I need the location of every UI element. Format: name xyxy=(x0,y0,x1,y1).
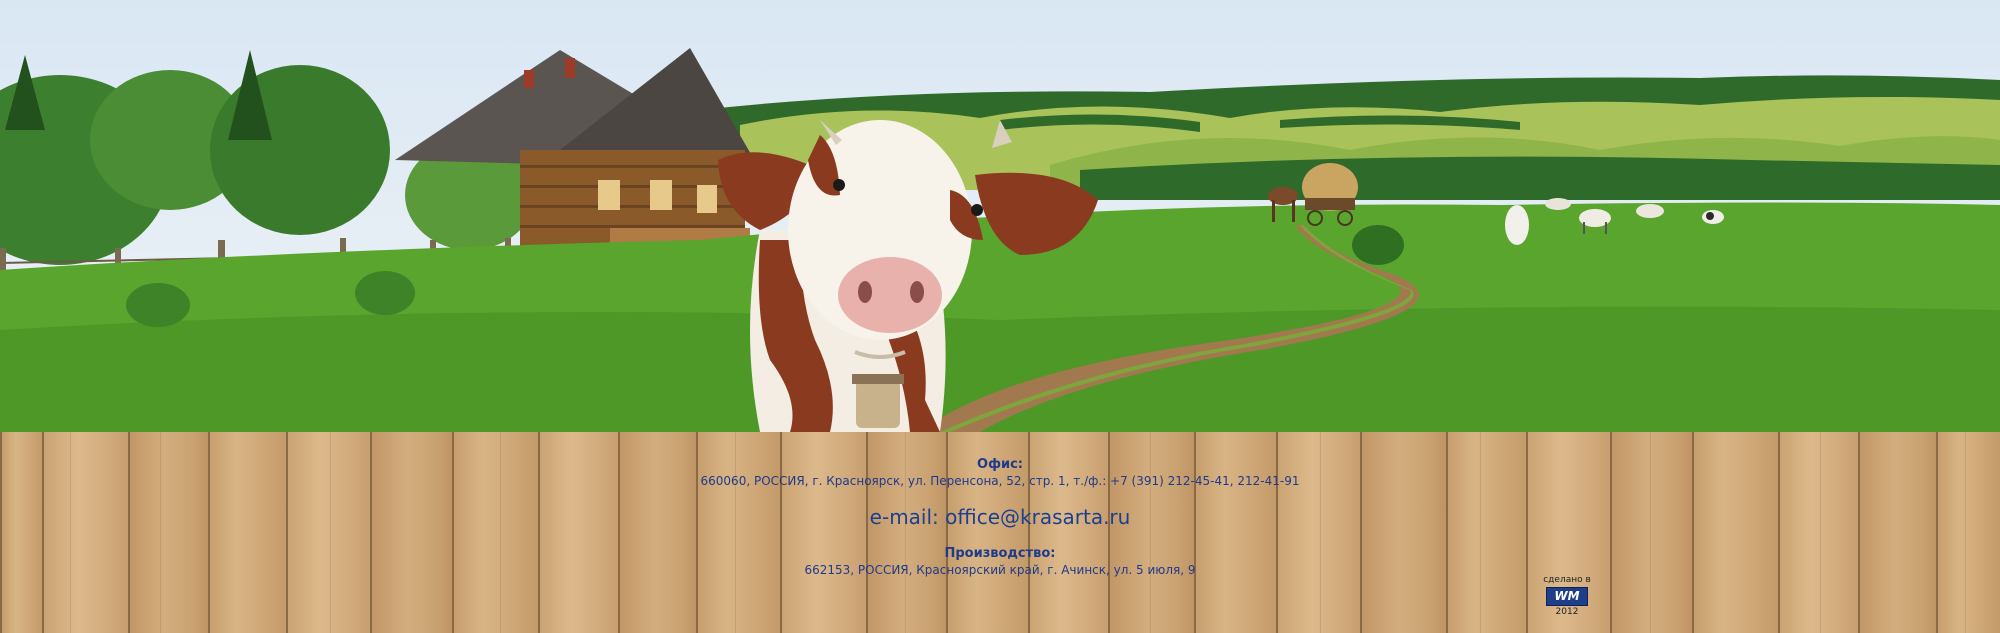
credit-made-by: сделано в xyxy=(1543,575,1591,585)
email-line: e-mail: office@krasarta.ru xyxy=(0,505,2000,529)
wm-logo[interactable]: WM xyxy=(1546,587,1588,606)
developer-credit[interactable]: сделано в WM 2012 xyxy=(1540,575,1594,618)
production-address: 662153, РОССИЯ, Красноярский край, г. Ач… xyxy=(804,563,1196,577)
landscape-illustration xyxy=(0,48,2000,432)
email-link[interactable]: office@krasarta.ru xyxy=(945,505,1130,529)
office-heading: Офис: xyxy=(977,457,1023,472)
credit-year: 2012 xyxy=(1555,607,1579,617)
office-address: 660060, РОССИЯ, г. Красноярск, ул. Перен… xyxy=(700,474,1300,488)
email-prefix: e-mail: xyxy=(869,505,946,529)
production-heading: Производство: xyxy=(944,546,1056,561)
hero-landscape xyxy=(0,0,2000,432)
